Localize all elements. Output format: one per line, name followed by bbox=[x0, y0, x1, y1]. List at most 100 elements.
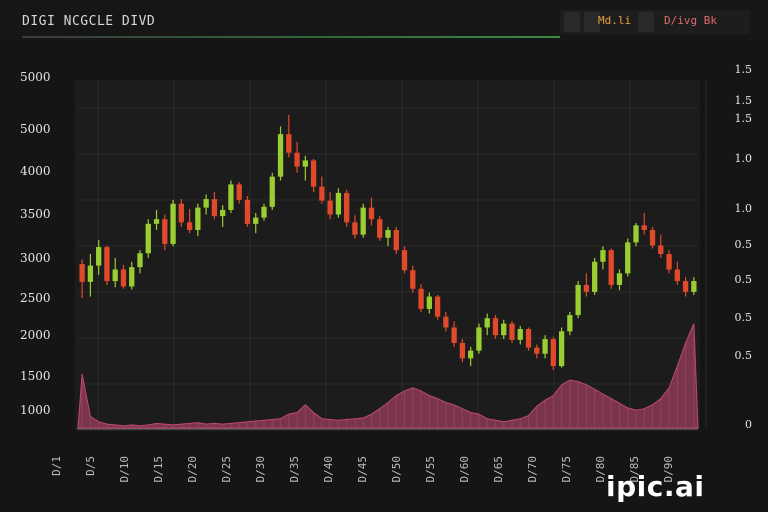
candle-body bbox=[203, 199, 209, 208]
candle-body bbox=[443, 316, 449, 328]
candle-body bbox=[608, 250, 614, 285]
x-tick-label: D/35 bbox=[288, 456, 301, 483]
candle-body bbox=[525, 329, 532, 348]
y-tick-label-left: 5000 bbox=[20, 122, 51, 136]
candle-body bbox=[277, 134, 284, 177]
candle-body bbox=[145, 223, 151, 254]
candle-body bbox=[674, 269, 680, 282]
y-tick-label-left: 1500 bbox=[20, 369, 51, 383]
candle-body bbox=[476, 327, 482, 351]
candle-body bbox=[360, 207, 366, 235]
candle-body bbox=[236, 184, 242, 200]
candle-body bbox=[162, 219, 168, 244]
candle-body bbox=[401, 250, 408, 271]
y-tick-label-left: 2500 bbox=[20, 291, 51, 305]
y-tick-label-right: 1.5 bbox=[734, 63, 753, 76]
candle-body bbox=[79, 264, 85, 282]
x-tick-label: D/65 bbox=[492, 456, 505, 483]
candle-body bbox=[286, 134, 292, 153]
chart-screen: DIGI NCGCLE DIVD Md.li D/ivg Bk 5000 5000… bbox=[0, 0, 768, 512]
candle-body bbox=[186, 222, 193, 231]
candle-body bbox=[550, 339, 556, 367]
x-tick-label: D/40 bbox=[322, 456, 335, 483]
candle-body bbox=[542, 339, 548, 354]
candle-body bbox=[310, 160, 317, 187]
candle-body bbox=[327, 200, 333, 215]
y-tick-label-right: 1.0 bbox=[734, 202, 753, 215]
candle-body bbox=[170, 203, 176, 244]
candle-body bbox=[410, 270, 416, 289]
candle-body bbox=[575, 284, 581, 316]
candle-body bbox=[302, 160, 308, 167]
y-tick-label-right: 0.5 bbox=[734, 349, 753, 362]
candle-body bbox=[434, 296, 441, 317]
candle-body bbox=[666, 254, 672, 270]
candle-body bbox=[418, 288, 424, 309]
candle-body bbox=[459, 342, 466, 359]
candle-body bbox=[269, 176, 275, 207]
y-tick-label-right: 1.5 bbox=[734, 94, 753, 107]
candle-body bbox=[153, 219, 160, 224]
x-tick-label: D/30 bbox=[254, 456, 267, 483]
y-tick-label-right: 0 bbox=[745, 418, 752, 431]
x-tick-label: D/55 bbox=[424, 456, 437, 483]
candle-body bbox=[517, 329, 523, 340]
y-tick-label-right: 1.0 bbox=[734, 152, 753, 165]
y-tick-label-right: 1.5 bbox=[734, 112, 753, 125]
y-tick-label-right: 0.5 bbox=[734, 311, 753, 324]
y-tick-label-right: 0.5 bbox=[734, 273, 753, 286]
candle-body bbox=[228, 184, 234, 210]
candle-body bbox=[649, 230, 656, 246]
candle-body bbox=[377, 219, 383, 238]
candle-body bbox=[641, 225, 647, 231]
candle-body bbox=[344, 192, 350, 223]
candle-body bbox=[104, 247, 110, 282]
x-tick-label: D/5 bbox=[84, 456, 97, 476]
candle-body bbox=[625, 242, 631, 274]
y-tick-label-left: 2000 bbox=[20, 328, 51, 342]
candle-body bbox=[87, 265, 94, 282]
candle-body bbox=[137, 253, 143, 268]
candle-body bbox=[509, 323, 515, 340]
candle-body bbox=[385, 230, 391, 238]
x-tick-label: D/20 bbox=[186, 456, 199, 483]
candlestick-chart bbox=[76, 80, 707, 431]
y-tick-label-left: 1000 bbox=[20, 403, 51, 417]
candle-body bbox=[583, 284, 590, 292]
candle-body bbox=[211, 199, 218, 217]
candle-body bbox=[178, 203, 184, 223]
y-tick-label-left: 5000 bbox=[20, 70, 51, 84]
candle-body bbox=[244, 199, 251, 224]
x-tick-label: D/15 bbox=[152, 456, 165, 483]
x-tick-label: D/60 bbox=[458, 456, 471, 483]
y-tick-label-left: 4000 bbox=[20, 164, 51, 178]
candle-body bbox=[96, 247, 102, 266]
candle-body bbox=[451, 327, 457, 343]
x-tick-label: D/70 bbox=[526, 456, 539, 483]
candle-body bbox=[319, 186, 325, 201]
candle-body bbox=[691, 281, 697, 292]
candle-body bbox=[468, 350, 474, 359]
candle-body bbox=[600, 250, 606, 262]
candle-body bbox=[368, 207, 375, 220]
candle-body bbox=[484, 318, 490, 328]
candle-body bbox=[120, 269, 127, 287]
x-tick-label: D/10 bbox=[118, 456, 131, 483]
candle-body bbox=[616, 273, 623, 285]
candle-body bbox=[195, 207, 201, 231]
candle-body bbox=[492, 318, 499, 336]
candle-body bbox=[335, 192, 342, 215]
candle-body bbox=[294, 152, 300, 167]
candle-body bbox=[112, 269, 118, 282]
candle-body bbox=[682, 281, 689, 292]
candle-body bbox=[352, 222, 358, 235]
candle-body bbox=[592, 261, 598, 292]
x-tick-label: D/25 bbox=[220, 456, 233, 483]
x-tick-label: D/50 bbox=[390, 456, 403, 483]
x-tick-label: D/45 bbox=[356, 456, 369, 483]
candle-body bbox=[534, 347, 540, 354]
candle-body bbox=[558, 331, 565, 367]
x-tick-label: D/75 bbox=[560, 456, 573, 483]
y-tick-label-right: 0.5 bbox=[734, 238, 753, 251]
candle-body bbox=[567, 315, 573, 332]
